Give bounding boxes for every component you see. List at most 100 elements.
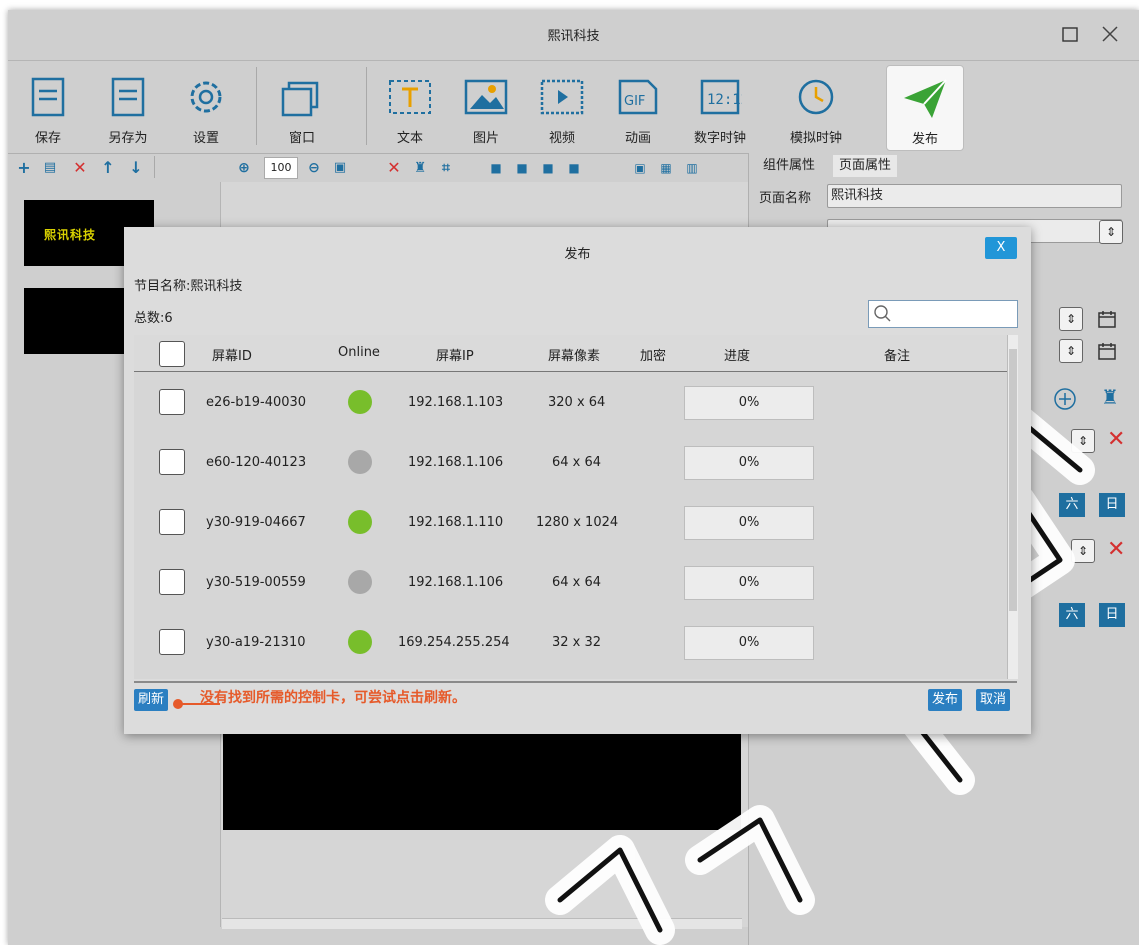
table-row[interactable]: y30-519-00559 192.168.1.106 64 x 64 0%	[134, 552, 1007, 612]
calendar-icon[interactable]	[1097, 341, 1117, 361]
fit-icon[interactable]: ▣	[330, 158, 350, 178]
text-icon	[389, 80, 431, 114]
close-button[interactable]	[1096, 20, 1124, 48]
layer-up-icon[interactable]: ■	[512, 158, 532, 178]
table-header: 屏幕ID Online 屏幕IP 屏幕像素 加密 进度 备注	[134, 335, 1007, 372]
save-as-button[interactable]: 另存为	[96, 65, 160, 149]
save-button[interactable]: 保存	[16, 65, 80, 149]
calendar-icon[interactable]	[1097, 309, 1117, 329]
saturday-button[interactable]: 六	[1059, 603, 1085, 627]
total-count: 总数:6	[134, 311, 173, 326]
layer-down-icon[interactable]: ■	[538, 158, 558, 178]
digital-clock-label: 数字时钟	[693, 131, 746, 146]
digital-clock-icon: 12:12	[700, 79, 742, 115]
page-select-spinner[interactable]: ⇕	[1099, 220, 1123, 244]
zoom-field[interactable]: 100	[264, 157, 298, 179]
end-date-spinner[interactable]: ⇕	[1059, 339, 1083, 363]
text-button[interactable]: 文本	[378, 65, 442, 149]
crop-icon[interactable]: ⌗	[436, 158, 456, 178]
layer-top-icon[interactable]: ■	[486, 158, 506, 178]
table-row[interactable]: y30-a19-21310 169.254.255.254 32 x 32 0%	[134, 612, 1007, 672]
brush-icon[interactable]: ♜	[410, 158, 430, 178]
column-header-ip[interactable]: 屏幕IP	[436, 345, 474, 364]
time-spinner-2[interactable]: ⇕	[1071, 539, 1095, 563]
zoom-out-icon[interactable]: ⊖	[304, 158, 324, 178]
publish-button[interactable]: 发布	[928, 689, 963, 711]
align-icon[interactable]: ▣	[630, 158, 650, 178]
distribute-icon[interactable]: ▦	[656, 158, 676, 178]
digital-clock-button[interactable]: 12:12 数字时钟	[688, 65, 752, 149]
online-status-icon	[348, 390, 372, 414]
time-spinner-1[interactable]: ⇕	[1071, 429, 1095, 453]
footer-divider	[134, 681, 1017, 683]
row-checkbox[interactable]	[159, 449, 185, 475]
sunday-button[interactable]: 日	[1099, 493, 1125, 517]
animation-button[interactable]: GIF 动画	[606, 65, 670, 149]
row-checkbox[interactable]	[159, 569, 185, 595]
remove-icon[interactable]: ✕	[384, 158, 404, 178]
image-button[interactable]: 图片	[454, 65, 518, 149]
search-input[interactable]	[868, 300, 1018, 328]
clear-icon[interactable]: ♜	[1101, 385, 1119, 409]
start-date-spinner[interactable]: ⇕	[1059, 307, 1083, 331]
move-up-icon[interactable]: ↑	[98, 158, 118, 178]
column-header-progress[interactable]: 进度	[724, 345, 750, 364]
copy-icon[interactable]: ▤	[40, 158, 60, 178]
toolbar-separator	[366, 67, 367, 145]
row-checkbox[interactable]	[159, 509, 185, 535]
add-circle-icon[interactable]	[1053, 387, 1077, 411]
video-icon	[540, 79, 584, 115]
layer-bottom-icon[interactable]: ■	[564, 158, 584, 178]
size-icon[interactable]: ▥	[682, 158, 702, 178]
settings-label: 设置	[192, 131, 219, 146]
tab-component-properties[interactable]: 组件属性	[763, 155, 815, 177]
analog-clock-button[interactable]: 模拟时钟	[784, 65, 848, 149]
window-title: 熙讯科技	[547, 29, 600, 44]
publish-toolbar-button[interactable]: 发布	[886, 65, 964, 151]
column-header-online[interactable]: Online	[338, 345, 380, 360]
save-label: 保存	[34, 131, 61, 146]
scrollbar-thumb[interactable]	[1009, 349, 1017, 611]
program-name: 节目名称:熙讯科技	[134, 279, 243, 294]
delete-icon[interactable]: ✕	[70, 158, 90, 178]
led-preview	[223, 722, 741, 830]
tab-page-properties[interactable]: 页面属性	[833, 155, 898, 177]
row-checkbox[interactable]	[159, 389, 185, 415]
sunday-button[interactable]: 日	[1099, 603, 1125, 627]
page-name-input[interactable]: 熙讯科技	[827, 184, 1122, 208]
window-icon	[281, 81, 319, 117]
maximize-icon	[1062, 27, 1078, 42]
video-button[interactable]: 视频	[530, 65, 594, 149]
table-row[interactable]: y30-919-04667 192.168.1.110 1280 x 1024 …	[134, 492, 1007, 552]
delete-time-icon[interactable]: ✕	[1107, 537, 1125, 562]
screen-pixels: 1280 x 1024	[536, 515, 619, 530]
window-button[interactable]: 窗口	[270, 65, 334, 149]
column-header-encrypt[interactable]: 加密	[640, 345, 666, 364]
table-row[interactable]: e60-120-40123 192.168.1.106 64 x 64 0%	[134, 432, 1007, 492]
settings-button[interactable]: 设置	[174, 65, 238, 149]
image-icon	[464, 79, 508, 115]
move-down-icon[interactable]: ↓	[126, 158, 146, 178]
screen-pixels: 64 x 64	[552, 455, 602, 470]
zoom-in-icon[interactable]: ⊕	[234, 158, 254, 178]
row-checkbox[interactable]	[159, 629, 185, 655]
delete-time-icon[interactable]: ✕	[1107, 427, 1125, 452]
refresh-button[interactable]: 刷新	[134, 689, 169, 711]
gif-icon: GIF	[618, 79, 658, 115]
column-header-pixels[interactable]: 屏幕像素	[548, 345, 600, 364]
table-row[interactable]: e26-b19-40030 192.168.1.103 320 x 64 0%	[134, 372, 1007, 432]
horizontal-scrollbar[interactable]	[222, 918, 742, 929]
dialog-title: 发布	[564, 247, 591, 262]
table-scrollbar[interactable]	[1007, 335, 1018, 679]
saturday-button[interactable]: 六	[1059, 493, 1085, 517]
column-header-id[interactable]: 屏幕ID	[212, 345, 252, 364]
select-all-checkbox[interactable]	[159, 341, 185, 367]
dialog-close-button[interactable]: X	[985, 237, 1017, 259]
column-header-remark[interactable]: 备注	[884, 345, 910, 364]
edit-toolbar: + ▤ ✕ ↑ ↓ ⊕ 100 ⊖ ▣ ✕ ♜ ⌗ ■ ■ ■ ■ ▣ ▦ ▥	[8, 153, 748, 183]
svg-text:GIF: GIF	[624, 94, 645, 109]
add-icon[interactable]: +	[14, 158, 34, 178]
maximize-button[interactable]	[1056, 20, 1084, 48]
main-toolbar: 保存 另存为 设置 窗口 文本 图片 视频 GIF 动画 12:1 数字时钟 模…	[8, 60, 1139, 153]
cancel-button[interactable]: 取消	[976, 689, 1011, 711]
